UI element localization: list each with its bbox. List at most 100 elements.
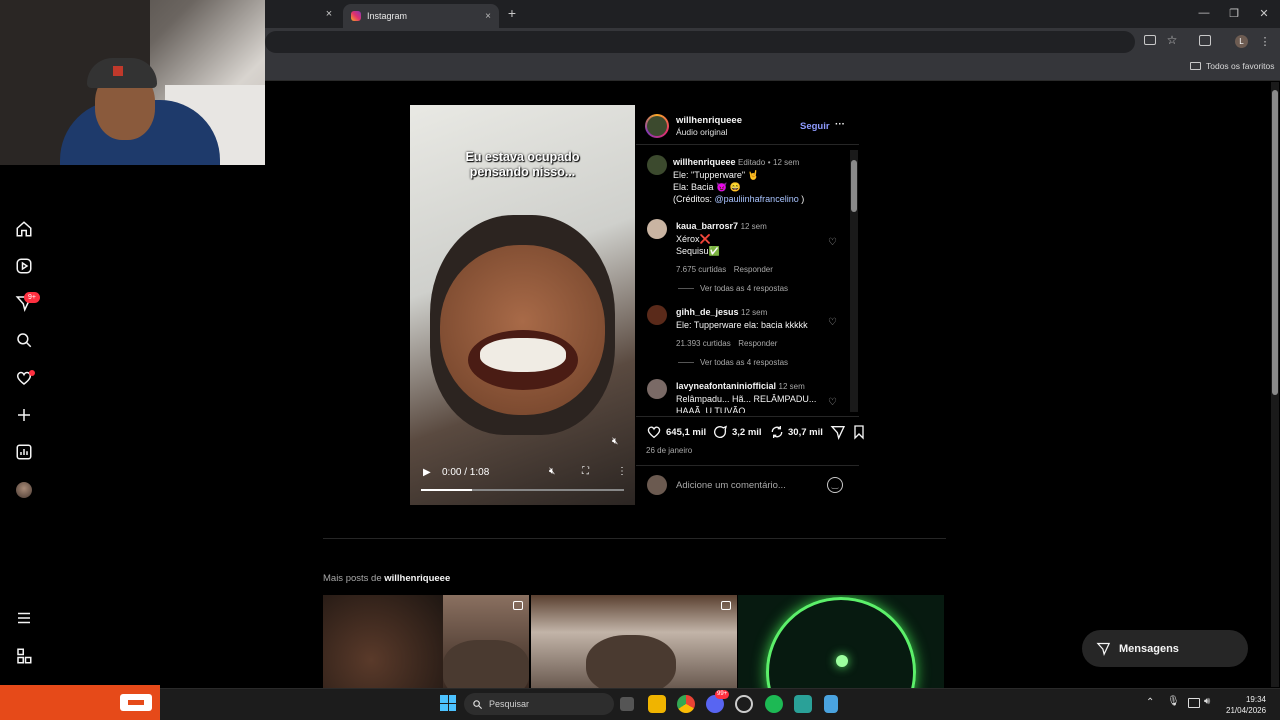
- view-replies[interactable]: Ver todas as 4 respostas: [678, 284, 788, 293]
- comment-likes[interactable]: 7.675 curtidas: [676, 265, 726, 274]
- video-progress-track[interactable]: [421, 489, 624, 491]
- comment-like-icon[interactable]: ♡: [828, 317, 837, 328]
- create-icon[interactable]: [14, 405, 34, 425]
- play-icon[interactable]: ▶: [423, 467, 431, 478]
- reply-button[interactable]: Responder: [738, 339, 777, 348]
- comment-like-icon[interactable]: ♡: [828, 397, 837, 408]
- close-window-button[interactable]: ✕: [1256, 6, 1272, 20]
- comment-user[interactable]: lavyneafontaniniofficial: [676, 381, 776, 391]
- search-icon[interactable]: [14, 330, 34, 350]
- comment-text: Sequisu✅: [676, 246, 720, 256]
- menu-icon[interactable]: [14, 608, 34, 628]
- app-icon[interactable]: [794, 695, 812, 713]
- maximize-button[interactable]: ❐: [1226, 6, 1242, 20]
- messages-button[interactable]: Mensagens: [1082, 630, 1248, 667]
- comment-user[interactable]: gihh_de_jesus: [676, 307, 739, 317]
- bookmark-star-icon[interactable]: ☆: [1165, 33, 1179, 47]
- tab-instagram[interactable]: Instagram ×: [343, 4, 499, 28]
- comment-like-icon[interactable]: ♡: [828, 237, 837, 248]
- comment-user[interactable]: kaua_barrosr7: [676, 221, 738, 231]
- more-icon[interactable]: [14, 646, 34, 666]
- new-tab-button[interactable]: +: [505, 5, 519, 21]
- windows-start-icon[interactable]: [440, 695, 456, 711]
- comment-input[interactable]: Adicione um comentário...: [676, 480, 786, 491]
- address-bar[interactable]: [265, 31, 1135, 53]
- post-thumbnail[interactable]: [323, 595, 529, 688]
- carousel-icon: [513, 601, 523, 610]
- author-username[interactable]: willhenriqueee: [676, 115, 742, 126]
- volume-icon[interactable]: 🔇︎: [549, 466, 555, 477]
- close-tab-icon[interactable]: ×: [323, 7, 335, 21]
- video-more-icon[interactable]: ⋮: [617, 466, 627, 477]
- taskbar: [0, 688, 1280, 720]
- mic-icon[interactable]: 🎙︎: [1167, 696, 1180, 707]
- extensions-icon[interactable]: [1199, 35, 1211, 46]
- mute-icon[interactable]: 🔇︎: [612, 436, 618, 447]
- audio-label[interactable]: Áudio original: [676, 127, 728, 137]
- view-replies[interactable]: Ver todas as 4 respostas: [678, 358, 788, 367]
- clock-date: 21/04/2026: [1226, 706, 1267, 715]
- comment-icon[interactable]: [712, 424, 730, 442]
- browser-menu-icon[interactable]: ⋮: [1260, 34, 1271, 48]
- discord-badge: 99+: [715, 690, 730, 699]
- post-thumbnail[interactable]: [738, 595, 944, 688]
- more-posts-user[interactable]: willhenriqueee: [384, 573, 450, 584]
- volume-icon[interactable]: 🔊︎: [1204, 696, 1210, 707]
- reposts-count[interactable]: 30,7 mil: [788, 427, 823, 438]
- profile-avatar[interactable]: [16, 482, 32, 498]
- clock-app-icon[interactable]: [735, 695, 753, 713]
- spotify-icon[interactable]: [765, 695, 783, 713]
- emoji-icon[interactable]: ‿: [827, 477, 843, 493]
- comment-time: 12 sem: [778, 382, 805, 391]
- post-thumbnail[interactable]: [531, 595, 737, 688]
- page-scrollbar[interactable]: [1271, 82, 1279, 687]
- cast-icon[interactable]: [1144, 35, 1156, 45]
- overlay-line: pensando nisso...: [469, 165, 576, 179]
- comment-avatar[interactable]: [647, 305, 667, 325]
- share-icon[interactable]: [830, 424, 848, 442]
- clock-time: 19:34: [1245, 695, 1266, 704]
- reels-icon[interactable]: [14, 256, 34, 276]
- chrome-icon[interactable]: [677, 695, 695, 713]
- caption-avatar[interactable]: [647, 155, 667, 175]
- task-view-icon[interactable]: [620, 697, 634, 711]
- network-icon[interactable]: [1188, 698, 1200, 708]
- caption-line: (Créditos:: [673, 194, 715, 204]
- follow-button[interactable]: Seguir: [800, 121, 830, 132]
- clock[interactable]: 19:34 21/04/2026: [1226, 694, 1266, 716]
- credit-link[interactable]: @pauliinhafrancelino: [715, 194, 799, 204]
- comment-text: Relâmpadu... Hã... RELÂMPADU...: [676, 394, 817, 404]
- notepad-icon[interactable]: [824, 695, 838, 713]
- section-divider: [323, 538, 946, 539]
- carousel-icon: [721, 601, 731, 610]
- author-avatar[interactable]: [645, 114, 669, 138]
- more-posts-heading: Mais posts de willhenriqueee: [323, 573, 450, 584]
- video-progress-fill: [421, 489, 472, 491]
- dashboard-icon[interactable]: [14, 442, 34, 462]
- search-label: Pesquisar: [489, 699, 530, 709]
- profile-avatar[interactable]: L: [1235, 35, 1248, 48]
- post-options-icon[interactable]: ···: [835, 119, 845, 130]
- messages-label: Mensagens: [1119, 642, 1179, 655]
- file-explorer-icon[interactable]: [648, 695, 666, 713]
- home-icon[interactable]: [14, 219, 34, 239]
- like-icon[interactable]: [646, 424, 664, 442]
- caption: willhenriqueee Editado • 12 sem Ele: "Tu…: [673, 156, 873, 205]
- repost-icon[interactable]: [769, 424, 787, 442]
- comment-likes[interactable]: 21.393 curtidas: [676, 339, 731, 348]
- page-scrollbar-thumb[interactable]: [1272, 90, 1278, 395]
- comments-count[interactable]: 3,2 mil: [732, 427, 762, 438]
- minimize-button[interactable]: —: [1196, 6, 1212, 20]
- comment-avatar[interactable]: [647, 379, 667, 399]
- save-icon[interactable]: [851, 424, 869, 442]
- comment-avatar[interactable]: [647, 219, 667, 239]
- tray-chevron-icon[interactable]: ⌃: [1146, 697, 1154, 708]
- close-tab-icon[interactable]: ×: [485, 11, 491, 22]
- all-bookmarks-label[interactable]: Todos os favoritos: [1206, 61, 1275, 71]
- notification-badge: 9+: [24, 292, 40, 303]
- taskbar-search[interactable]: Pesquisar: [464, 693, 614, 715]
- reply-button[interactable]: Responder: [734, 265, 773, 274]
- caption-user[interactable]: willhenriqueee: [673, 157, 736, 167]
- likes-count[interactable]: 645,1 mil: [666, 427, 706, 438]
- fullscreen-icon[interactable]: ⛶: [582, 466, 589, 477]
